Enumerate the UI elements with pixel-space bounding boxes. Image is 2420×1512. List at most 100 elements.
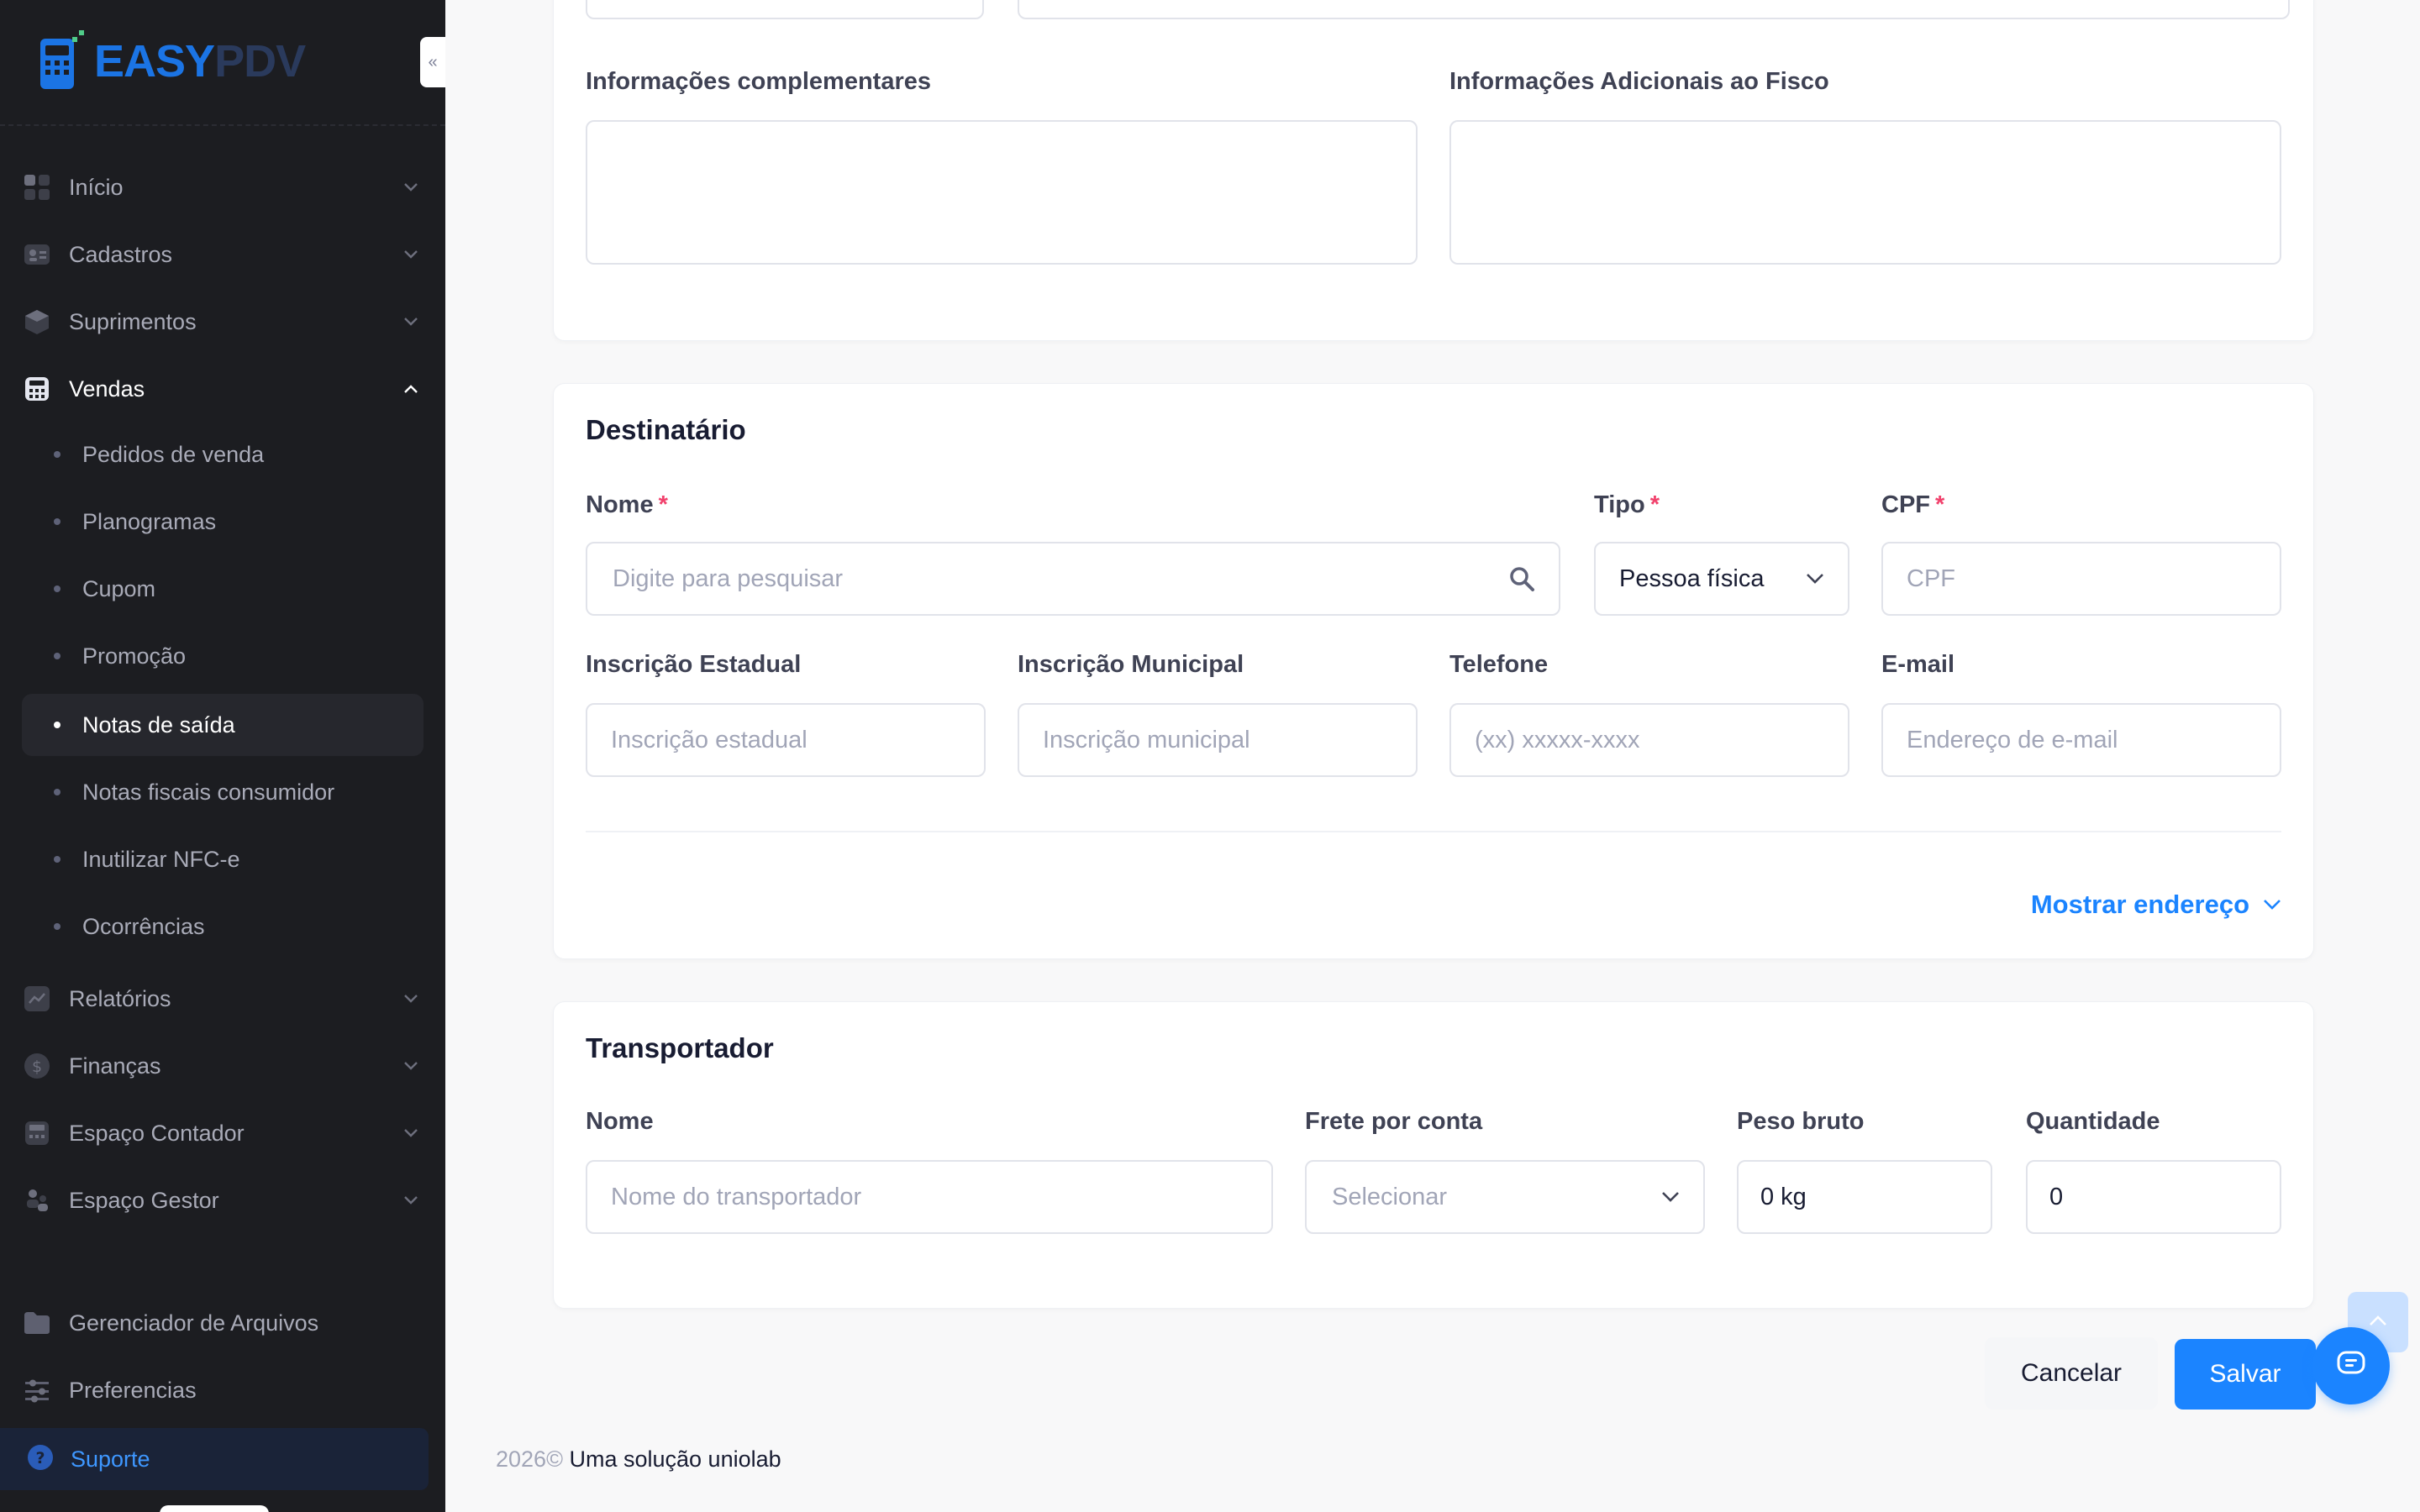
destinatario-card: Destinatário Nome * Tipo * CPF * Digite par… (553, 383, 2314, 959)
dest-nome-search-input[interactable]: Digite para pesquisar (586, 542, 1560, 616)
folder-icon (22, 1308, 52, 1338)
bullet (54, 923, 60, 930)
chevron-down-icon (398, 1053, 424, 1079)
sidebar-toggle-button[interactable]: « (420, 37, 445, 87)
show-address-link[interactable]: Mostrar endereço (2031, 890, 2281, 920)
bullet (54, 518, 60, 525)
sidebar-subitem-ocorrencias[interactable]: Ocorrências (22, 895, 424, 958)
id-card-icon (22, 239, 52, 270)
svg-text:$: $ (32, 1058, 42, 1076)
sidebar-subitem-planogramas[interactable]: Planogramas (22, 491, 424, 553)
dest-ie-input[interactable]: Inscrição estadual (586, 703, 986, 777)
chat-support-button[interactable] (2312, 1327, 2390, 1404)
sidebar-subitem-cupom[interactable]: Cupom (22, 558, 424, 620)
info-complementares-textarea[interactable] (586, 120, 1418, 265)
previous-field-2[interactable] (1018, 0, 2290, 19)
app-logo[interactable]: EASYPDV (39, 30, 306, 92)
chevron-down-icon (398, 309, 424, 334)
destinatario-title: Destinatário (586, 414, 746, 445)
sidebar: EASYPDV « Início Cadastros Suprimentos V… (0, 0, 445, 1512)
sidebar-item-gerenciador-arquivos[interactable]: Gerenciador de Arquivos (22, 1292, 424, 1354)
sliders-icon (22, 1375, 52, 1405)
transp-peso-input[interactable]: 0 kg (1737, 1160, 1992, 1234)
sidebar-item-suprimentos[interactable]: Suprimentos (22, 291, 424, 353)
sidebar-subitem-pedidos-de-venda[interactable]: Pedidos de venda (22, 423, 424, 486)
sidebar-subitem-notas-fiscais-consumidor[interactable]: Notas fiscais consumidor (22, 761, 424, 823)
dest-tipo-select[interactable]: Pessoa física (1594, 542, 1849, 616)
chevron-up-icon (398, 376, 424, 402)
chevron-down-icon (1661, 1191, 1680, 1203)
transp-nome-label: Nome (586, 1108, 654, 1135)
chevron-up-icon (2369, 1315, 2387, 1331)
sidebar-subitem-notas-de-saida[interactable]: Notas de saída (22, 694, 424, 756)
sidebar-subitem-inutilizar-nfce[interactable]: Inutilizar NFC-e (22, 828, 424, 890)
people-icon (22, 1185, 52, 1215)
bullet (54, 451, 60, 458)
transportador-title: Transportador (586, 1032, 774, 1063)
sidebar-item-espaco-contador[interactable]: Espaço Contador (22, 1102, 424, 1164)
save-button[interactable]: Salvar (2175, 1339, 2316, 1410)
info-fisco-label: Informações Adicionais ao Fisco (1449, 68, 1829, 95)
dest-email-label: E-mail (1881, 651, 1955, 678)
dest-tipo-label: Tipo * (1594, 491, 1660, 518)
sidebar-scroll-handle[interactable] (160, 1505, 269, 1512)
chevron-down-icon (1806, 573, 1824, 585)
dest-ie-label: Inscrição Estadual (586, 651, 802, 678)
bullet (54, 722, 60, 728)
dest-cpf-input[interactable]: CPF (1881, 542, 2281, 616)
bullet (54, 585, 60, 592)
sidebar-item-financas[interactable]: $ Finanças (22, 1035, 424, 1097)
transp-quantidade-label: Quantidade (2026, 1108, 2160, 1135)
chart-icon (22, 984, 52, 1014)
dest-cpf-label: CPF * (1881, 491, 1945, 518)
info-fisco-textarea[interactable] (1449, 120, 2281, 265)
svg-text:?: ? (35, 1449, 45, 1467)
chevron-down-icon (398, 175, 424, 200)
previous-field-1[interactable] (586, 0, 984, 19)
transportador-card: Transportador Nome Frete por conta Peso … (553, 1001, 2314, 1309)
dest-im-label: Inscrição Municipal (1018, 651, 1244, 678)
chevron-down-icon (398, 1121, 424, 1146)
chevron-down-icon (398, 1188, 424, 1213)
transp-nome-input[interactable]: Nome do transportador (586, 1160, 1273, 1234)
double-chevron-left-icon: « (428, 52, 438, 71)
footer: 2026© Uma solução uniolab (496, 1446, 781, 1473)
bullet (54, 789, 60, 795)
sidebar-item-relatorios[interactable]: Relatórios (22, 968, 424, 1030)
dest-divider (586, 831, 2281, 832)
sidebar-subitem-promocao[interactable]: Promoção (22, 625, 424, 687)
sidebar-item-preferencias[interactable]: Preferencias (22, 1359, 424, 1421)
search-icon[interactable] (1508, 565, 1535, 592)
sidebar-item-inicio[interactable]: Início (22, 156, 424, 218)
cancel-button[interactable]: Cancelar (1985, 1337, 2158, 1410)
chat-bubble-icon (2336, 1349, 2366, 1383)
sidebar-item-espaco-gestor[interactable]: Espaço Gestor (22, 1169, 424, 1231)
dest-nome-label: Nome * (586, 491, 668, 518)
info-card: Informações complementares Informações A… (553, 0, 2314, 341)
transp-peso-label: Peso bruto (1737, 1108, 1865, 1135)
bullet (54, 856, 60, 863)
info-complementares-label: Informações complementares (586, 68, 931, 95)
sidebar-item-suporte[interactable]: ? Suporte (0, 1428, 429, 1490)
sidebar-item-vendas[interactable]: Vendas (22, 358, 424, 420)
transp-quantidade-input[interactable]: 0 (2026, 1160, 2281, 1234)
question-icon: ? (27, 1444, 54, 1475)
dashboard-icon (22, 172, 52, 202)
footer-brand-link[interactable]: Uma solução uniolab (569, 1446, 781, 1472)
chevron-down-icon (2263, 899, 2281, 911)
chevron-down-icon (398, 986, 424, 1011)
sidebar-item-cadastros[interactable]: Cadastros (22, 223, 424, 286)
dest-im-input[interactable]: Inscrição municipal (1018, 703, 1418, 777)
chevron-down-icon (398, 242, 424, 267)
sidebar-divider (0, 124, 445, 126)
footer-year: 2026© (496, 1446, 563, 1472)
dest-telefone-input[interactable]: (xx) xxxxx-xxxx (1449, 703, 1849, 777)
bullet (54, 653, 60, 659)
dest-email-input[interactable]: Endereço de e-mail (1881, 703, 2281, 777)
pos-terminal-icon (40, 30, 84, 89)
calculator-icon (22, 374, 52, 404)
transp-frete-select[interactable]: Selecionar (1305, 1160, 1705, 1234)
dest-telefone-label: Telefone (1449, 651, 1549, 678)
dollar-icon: $ (22, 1051, 52, 1081)
box-icon (22, 307, 52, 337)
